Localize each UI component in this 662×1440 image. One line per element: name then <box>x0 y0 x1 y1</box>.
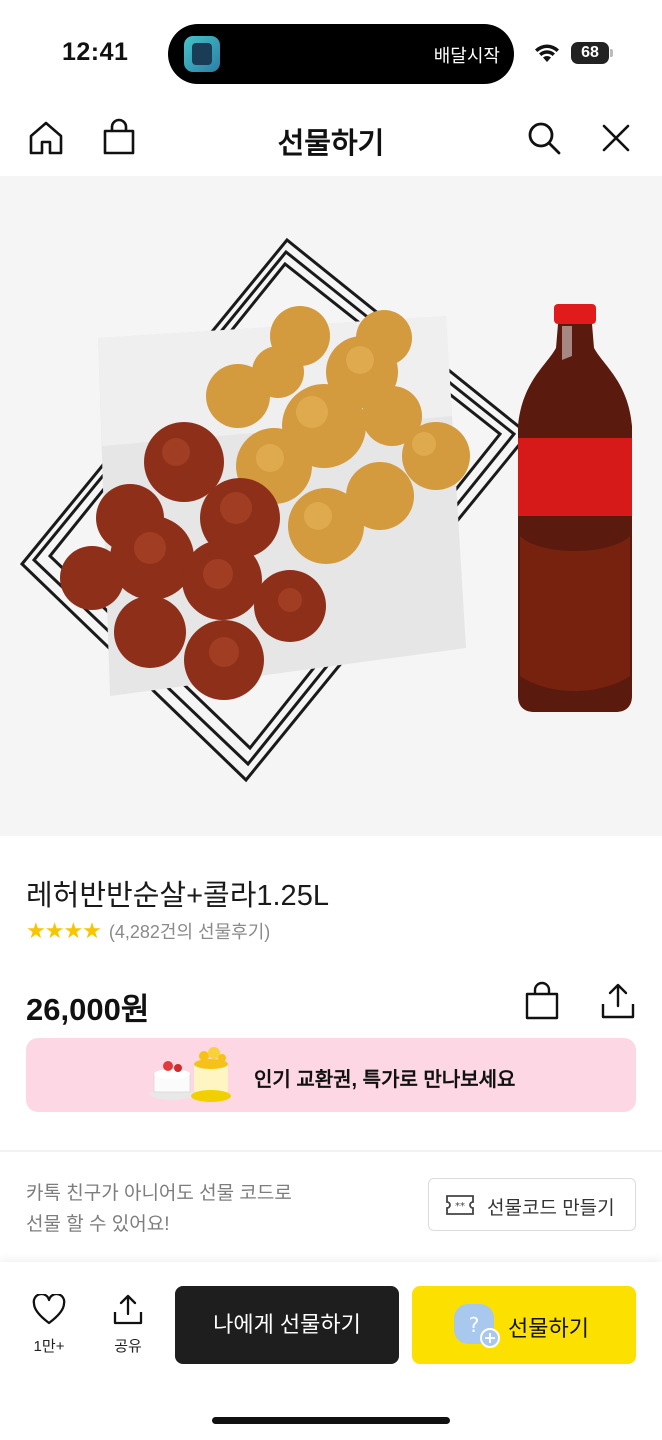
ticket-icon: ** <box>446 1195 474 1215</box>
heart-icon <box>32 1292 66 1325</box>
promo-banner[interactable]: 인기 교환권, 특가로 만나보세요 <box>26 1038 636 1112</box>
review-count: (4,282건의 선물후기) <box>108 922 271 942</box>
gift-button[interactable]: ? 선물하기 <box>412 1286 636 1364</box>
share-label: 공유 <box>114 1338 142 1355</box>
friend-avatar-icon: ? <box>454 1304 500 1348</box>
cart-icon[interactable] <box>522 980 562 1022</box>
product-image <box>0 176 662 836</box>
status-time: 12:41 <box>62 38 129 66</box>
cake-icon <box>150 1047 231 1102</box>
gift-to-self-button[interactable]: 나에게 선물하기 <box>175 1286 399 1364</box>
live-activity-text: 배달시작 <box>433 46 500 66</box>
battery-level: 68 <box>581 44 599 61</box>
create-gift-code-label: 선물코드 만들기 <box>487 1198 615 1219</box>
search-icon[interactable] <box>524 118 564 158</box>
share-icon <box>113 1294 143 1325</box>
delivery-app-icon <box>184 36 220 72</box>
close-icon[interactable] <box>596 118 636 158</box>
gift-button-label: 선물하기 <box>508 1316 589 1341</box>
product-photo-illustration <box>19 237 632 783</box>
svg-text:**: ** <box>455 1201 465 1212</box>
svg-text:?: ? <box>469 1313 480 1337</box>
gift-code-description-line1: 카톡 친구가 아니어도 선물 코드로 <box>26 1183 292 1204</box>
product-name: 레허반반순살+콜라1.25L <box>26 880 329 912</box>
share-button[interactable]: 공유 <box>98 1294 158 1356</box>
share-icon[interactable] <box>598 980 638 1022</box>
gift-code-description-line2: 선물 할 수 있어요! <box>26 1214 170 1235</box>
create-gift-code-button[interactable]: ** 선물코드 만들기 <box>428 1178 636 1231</box>
like-count: 1만+ <box>33 1338 65 1355</box>
status-bar: 12:41 배달시작 68 <box>0 0 662 100</box>
rating-stars: ★★★★ <box>26 918 102 943</box>
bottom-action-bar: 1만+ 공유 나에게 선물하기 ? 선물하기 <box>0 1262 662 1440</box>
battery-indicator: 68 <box>571 42 613 64</box>
gift-code-description: 카톡 친구가 아니어도 선물 코드로 선물 할 수 있어요! <box>26 1178 292 1240</box>
home-indicator <box>212 1417 450 1424</box>
dynamic-island[interactable]: 배달시작 <box>168 24 514 84</box>
section-divider <box>0 1150 662 1152</box>
wifi-icon <box>535 44 559 62</box>
like-button[interactable]: 1만+ <box>19 1292 79 1356</box>
product-price: 26,000원 <box>26 992 150 1027</box>
rating[interactable]: ★★★★ (4,282건의 선물후기) <box>26 918 270 944</box>
header: 선물하기 <box>0 100 662 176</box>
promo-text: 인기 교환권, 특가로 만나보세요 <box>254 1069 516 1091</box>
